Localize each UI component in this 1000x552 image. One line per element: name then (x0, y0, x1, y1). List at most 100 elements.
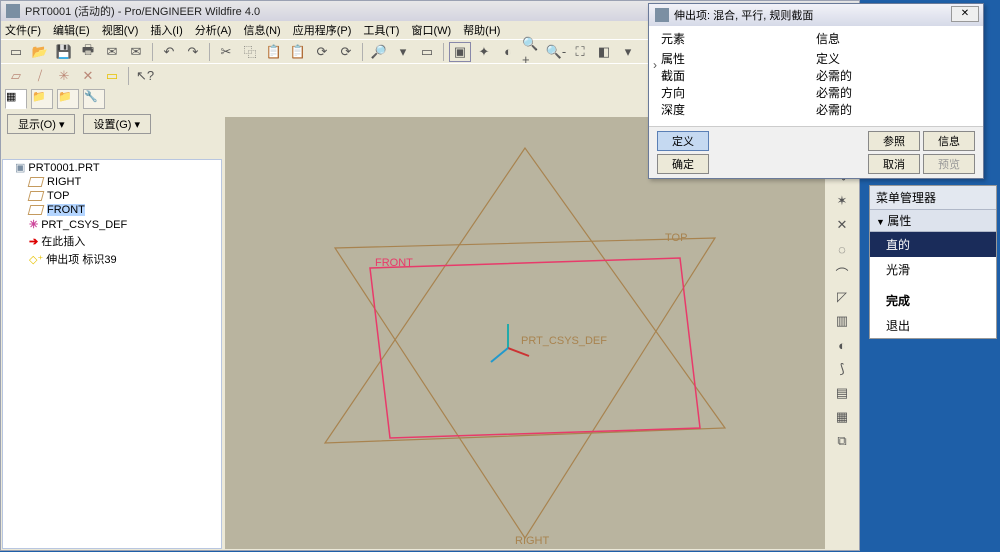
menu-edit[interactable]: 编辑(E) (53, 22, 90, 38)
tree-root[interactable]: ▣ PRT0001.PRT (3, 160, 221, 175)
menu-view[interactable]: 视图(V) (102, 22, 139, 38)
menu-window[interactable]: 窗口(W) (411, 22, 451, 38)
menu-info[interactable]: 信息(N) (243, 22, 280, 38)
datum-curve-icon[interactable]: ▭ (101, 66, 123, 86)
zoom-out-icon[interactable]: 🔍- (545, 42, 567, 62)
menu-item-smooth[interactable]: 光滑 (870, 257, 996, 282)
dialog-close-button[interactable]: ✕ (951, 6, 979, 22)
zoom-in-icon[interactable]: 🔍+ (521, 42, 543, 62)
redo-icon[interactable]: ↷ (182, 42, 204, 62)
ref-button[interactable]: 参照 (868, 131, 920, 151)
separator (362, 43, 363, 61)
model-tree[interactable]: ▣ PRT0001.PRT RIGHT TOP FRONT ✳ PRT_CSYS… (2, 159, 222, 549)
revolve-icon[interactable]: ◐ (829, 333, 855, 357)
tree-item-insert-here[interactable]: ➔ 在此插入 (3, 232, 221, 250)
menu-item-straight[interactable]: 直的 (870, 232, 996, 257)
regen2-icon[interactable]: ⟳ (335, 42, 357, 62)
select2-icon[interactable]: ▭ (416, 42, 438, 62)
mail2-icon[interactable]: ✉ (125, 42, 147, 62)
row-direction-info: 必需的 (816, 85, 971, 102)
tree-tab-3[interactable]: 📁 (57, 89, 79, 109)
menu-manager-title: 菜单管理器 (870, 186, 996, 210)
new-icon[interactable]: ▭ (5, 42, 27, 62)
row-depth[interactable]: 深度 (661, 102, 816, 119)
tree-item-front[interactable]: FRONT (3, 203, 221, 217)
zoom-fit-icon[interactable]: ⛶ (569, 42, 591, 62)
separator (128, 67, 129, 85)
paste2-icon[interactable]: 📋 (287, 42, 309, 62)
dialog-title-bar[interactable]: 伸出项: 混合, 平行, 规则截面 ✕ (649, 4, 983, 26)
menu-help[interactable]: 帮助(H) (463, 22, 500, 38)
csys-y-axis (491, 348, 508, 362)
find-icon[interactable]: 🔎 (368, 42, 390, 62)
app-icon (6, 4, 20, 18)
sketch-round-icon[interactable]: ⌒ (829, 261, 855, 285)
print-icon[interactable]: 🖶 (77, 42, 99, 62)
datum-csys-icon[interactable]: ✕ (77, 66, 99, 86)
view1-icon[interactable]: ▣ (449, 42, 471, 62)
tree-tab-1[interactable]: ▦ (5, 89, 27, 109)
protrusion-dialog[interactable]: 伸出项: 混合, 平行, 规则截面 ✕ › 元素 属性 截面 方向 深度 信息 … (648, 3, 984, 179)
mirror-icon[interactable]: ⧉ (829, 429, 855, 453)
saved-view-icon[interactable]: ▾ (617, 42, 639, 62)
orient-icon[interactable]: ◧ (593, 42, 615, 62)
tree-tab-2[interactable]: 📁 (31, 89, 53, 109)
menu-app[interactable]: 应用程序(P) (293, 22, 352, 38)
sketch-chamfer-icon[interactable]: ◸ (829, 285, 855, 309)
label-right: RIGHT (515, 535, 550, 547)
cut-icon[interactable]: ✂ (215, 42, 237, 62)
menu-file[interactable]: 文件(F) (5, 22, 41, 38)
sketch-point-icon[interactable]: ✶ (829, 189, 855, 213)
row-attr[interactable]: 属性 (661, 51, 816, 68)
plane-icon (28, 177, 45, 187)
preview-button: 预览 (923, 154, 975, 174)
copy-icon[interactable]: ⿻ (239, 42, 261, 62)
csys-icon: ✳ (29, 218, 38, 231)
menu-insert[interactable]: 插入(I) (150, 22, 182, 38)
cursor-icon[interactable]: ↖? (134, 66, 156, 86)
select-icon[interactable]: ▾ (392, 42, 414, 62)
datum-axis-icon[interactable]: ⧸ (29, 66, 51, 86)
tree-tab-4[interactable]: 🔧 (83, 89, 105, 109)
regen-icon[interactable]: ⟳ (311, 42, 333, 62)
open-icon[interactable]: 📂 (29, 42, 51, 62)
tree-item-right[interactable]: RIGHT (3, 175, 221, 189)
tree-item-top[interactable]: TOP (3, 189, 221, 203)
separator (209, 43, 210, 61)
view2-icon[interactable]: ◐ (497, 42, 519, 62)
menu-section-attributes[interactable]: 属性 (870, 210, 996, 232)
row-direction[interactable]: 方向 (661, 85, 816, 102)
row-section[interactable]: 截面 (661, 68, 816, 85)
ok-button[interactable]: 确定 (657, 154, 709, 174)
tree-item-protrusion[interactable]: ◇⁺ 伸出项 标识39 (3, 250, 221, 268)
save-icon[interactable]: 💾 (53, 42, 75, 62)
sweep-icon[interactable]: ⟆ (829, 357, 855, 381)
menu-item-done[interactable]: 完成 (870, 288, 996, 313)
show-dropdown[interactable]: 显示(O) ▾ (7, 114, 75, 134)
datum-plane-icon[interactable]: ▱ (5, 66, 27, 86)
menu-tools[interactable]: 工具(T) (363, 22, 399, 38)
settings-dropdown[interactable]: 设置(G) ▾ (83, 114, 151, 134)
sketch-csys-icon[interactable]: ✕ (829, 213, 855, 237)
mail-icon[interactable]: ✉ (101, 42, 123, 62)
datum-point-icon[interactable]: ✳ (53, 66, 75, 86)
menu-analysis[interactable]: 分析(A) (195, 22, 232, 38)
extrude-icon[interactable]: ▥ (829, 309, 855, 333)
csys-x-axis (508, 348, 529, 356)
cancel-button[interactable]: 取消 (868, 154, 920, 174)
menu-manager[interactable]: 菜单管理器 属性 直的 光滑 完成 退出 (869, 185, 997, 339)
undo-icon[interactable]: ↶ (158, 42, 180, 62)
spin-icon[interactable]: ✦ (473, 42, 495, 62)
info-button[interactable]: 信息 (923, 131, 975, 151)
sketch-hole-icon[interactable]: ◌ (829, 237, 855, 261)
label-front: FRONT (375, 257, 413, 269)
paste-icon[interactable]: 📋 (263, 42, 285, 62)
viewport[interactable]: TOP FRONT RIGHT PRT_CSYS_DEF (225, 117, 825, 549)
define-button[interactable]: 定义 (657, 131, 709, 151)
plane-icon (28, 191, 45, 201)
tree-item-csys[interactable]: ✳ PRT_CSYS_DEF (3, 217, 221, 232)
col-element-header: 元素 (661, 30, 816, 47)
pattern-icon[interactable]: ▦ (829, 405, 855, 429)
menu-item-quit[interactable]: 退出 (870, 313, 996, 338)
blend-icon[interactable]: ▤ (829, 381, 855, 405)
